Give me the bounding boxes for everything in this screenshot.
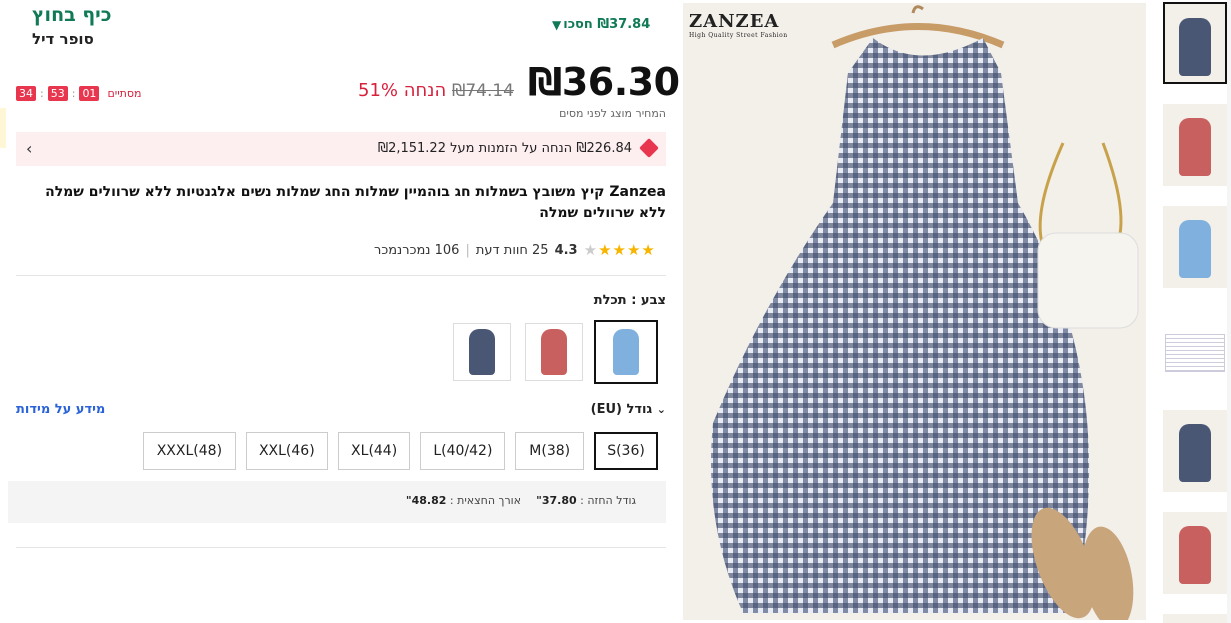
promo-title: כיף בחוץ (32, 4, 112, 26)
product-info-panel: כיף בחוץ סופר דיל ₪37.84 חסכו ▼ ₪36.30 ₪… (0, 0, 680, 623)
countdown-timer: 34 : 53 : 01 מסתיים (16, 86, 142, 101)
logo-text: ZANZEA (689, 11, 780, 32)
sold-count: 106 נמכרנמכר (374, 242, 460, 258)
color-label: צבע : תכלת (593, 293, 666, 308)
coupon-text: ₪226.84 הנחה על הזמנות מעל ₪2,151.22 (377, 141, 632, 156)
size-option[interactable]: L(40/42) (420, 432, 506, 470)
hem-measurement: אורך החצאית : 48.82" (405, 494, 521, 507)
promo-subtitle: סופר דיל (32, 30, 94, 48)
logo-tagline: High Quality Street Fashion (689, 32, 788, 39)
dress-thumbnail (613, 329, 639, 375)
thumbnail[interactable] (1163, 206, 1227, 288)
original-price: ₪74.14 (452, 81, 514, 101)
size-option[interactable]: XXXL(48) (143, 432, 236, 470)
size-guide-link[interactable]: מידע על מידות (16, 402, 105, 417)
dress-photo (683, 3, 1146, 620)
color-swatch-light-blue[interactable] (594, 320, 658, 384)
size-label[interactable]: ⌄ גודל (EU) (560, 402, 666, 417)
size-chart-thumbnail[interactable] (1163, 308, 1227, 390)
main-product-image[interactable]: ZANZEA High Quality Street Fashion (683, 3, 1146, 620)
color-swatch-navy[interactable] (453, 323, 511, 381)
rating-row[interactable]: ★★★★★ 4.3 25 חוות דעת | 106 נמכרנמכר (374, 241, 666, 259)
coupon-banner[interactable]: ₪226.84 הנחה על הזמנות מעל ₪2,151.22 ‹ (16, 132, 666, 166)
scrollbar[interactable] (1227, 0, 1231, 623)
coupon-tag-icon (639, 138, 659, 158)
thumbnail[interactable] (1163, 410, 1227, 492)
timer-seconds: 34 (16, 86, 36, 101)
divider (16, 547, 666, 548)
chevron-down-icon: ⌄ (656, 403, 666, 416)
review-count[interactable]: 25 חוות דעת (476, 243, 549, 258)
discount-label: 51% הנחה (358, 80, 447, 101)
thumbnail[interactable] (1163, 512, 1227, 594)
timer-minutes: 53 (47, 86, 68, 101)
timer-label: מסתיים (107, 87, 142, 100)
divider (16, 275, 666, 276)
down-arrow-icon: ▼ (552, 17, 562, 32)
chevron-left-icon[interactable]: ‹ (26, 139, 32, 158)
current-price: ₪36.30 (528, 60, 680, 104)
rating-value: 4.3 (554, 242, 578, 258)
thumbnail[interactable] (1163, 614, 1227, 623)
dress-thumbnail (541, 329, 567, 375)
timer-hours: 01 (79, 86, 100, 101)
size-measurements: גודל החזה : 37.80" אורך החצאית : 48.82" (8, 481, 666, 523)
thumbnail-strip (1161, 0, 1231, 623)
savings-tag: ₪37.84 חסכו ▼ (552, 17, 650, 32)
size-option[interactable]: XL(44) (337, 432, 411, 470)
thumbnail[interactable] (1163, 2, 1227, 84)
size-label-text: גודל (EU) (590, 402, 653, 417)
product-title: Zanzea קיץ משובץ בשמלות חג בוהמיין שמלות… (45, 184, 666, 221)
brand-logo: ZANZEA High Quality Street Fashion (689, 11, 788, 39)
dress-thumbnail (469, 329, 495, 375)
size-options: S(36) M(38) L(40/42) XL(44) XXL(46) XXXL… (143, 432, 658, 470)
rating-stars-icon: ★★★★★ (583, 241, 656, 259)
size-option[interactable]: XXL(46) (245, 432, 328, 470)
bust-measurement: גודל החזה : 37.80" (536, 494, 636, 507)
size-option[interactable]: M(38) (515, 432, 584, 470)
tax-note: המחיר מוצג לפני מסים (559, 107, 666, 120)
savings-text: ₪37.84 חסכו (563, 17, 651, 32)
thumbnail[interactable] (1163, 104, 1227, 186)
size-option[interactable]: S(36) (594, 432, 658, 470)
side-strip (0, 108, 6, 148)
color-swatch-red[interactable] (525, 323, 583, 381)
